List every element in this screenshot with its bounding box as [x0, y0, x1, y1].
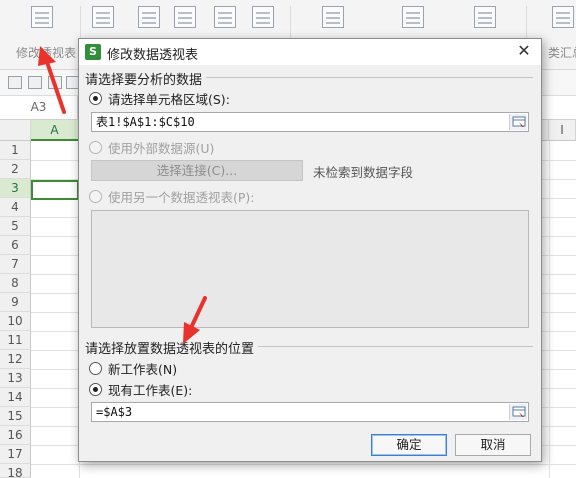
location-input-value: =$A$3 — [96, 405, 133, 419]
option-existing-sheet[interactable]: 现有工作表(E): — [89, 380, 192, 399]
modify-pivot-dialog: S 修改数据透视表 ✕ 请选择要分析的数据 请选择单元格区域(S): 表1!$A… — [78, 38, 542, 462]
option-new-sheet[interactable]: 新工作表(N) — [89, 359, 177, 378]
range-input[interactable]: 表1!$A$1:$C$10 — [91, 112, 529, 132]
option-cell-range-label: 请选择单元格区域(S): — [108, 92, 230, 107]
dialog-title: 修改数据透视表 — [107, 48, 199, 63]
column-header-a[interactable]: A — [31, 120, 79, 141]
row-header[interactable]: 2 — [0, 160, 31, 179]
row-header[interactable]: 14 — [0, 388, 31, 407]
save-icon[interactable] — [28, 76, 42, 89]
app-logo-icon: S — [85, 44, 101, 60]
option-existing-sheet-label: 现有工作表(E): — [108, 383, 193, 398]
grid-line — [549, 141, 550, 478]
row-header[interactable]: 16 — [0, 426, 31, 445]
row-header-selected[interactable]: 3 — [0, 179, 31, 198]
option-cell-range[interactable]: 请选择单元格区域(S): — [89, 89, 230, 108]
range-picker-icon[interactable] — [509, 114, 527, 130]
collapse-field-button[interactable] — [402, 6, 424, 28]
row-header[interactable]: 12 — [0, 350, 31, 369]
layout-icon — [174, 6, 196, 28]
settings-icon — [474, 6, 496, 28]
row-header[interactable]: 10 — [0, 312, 31, 331]
pivot-chart-icon — [31, 6, 53, 28]
row-header[interactable]: 17 — [0, 445, 31, 464]
modify-pivot-button[interactable]: 修改透视表 — [8, 6, 76, 61]
row-header[interactable]: 5 — [0, 217, 31, 236]
no-fields-note: 未检索到数据字段 — [313, 165, 414, 180]
row-header[interactable]: 6 — [0, 236, 31, 255]
radio-new-sheet[interactable] — [89, 362, 102, 375]
row-header[interactable]: 4 — [0, 198, 31, 217]
location-picker-icon[interactable] — [509, 404, 527, 420]
collapse-icon — [402, 6, 424, 28]
cancel-button[interactable]: 取消 — [455, 434, 531, 456]
select-connection-button[interactable]: 选择连接(C)... — [91, 160, 303, 181]
option-other-pivot[interactable]: 使用另一个数据透视表(P): — [89, 187, 255, 206]
radio-cell-range[interactable] — [89, 92, 102, 105]
pivot-table-list[interactable] — [91, 210, 529, 328]
radio-other-pivot[interactable] — [89, 190, 102, 203]
ribbon-button-1[interactable] — [92, 6, 114, 28]
row-header[interactable]: 18 — [0, 464, 31, 478]
expand-field-button[interactable] — [322, 6, 344, 28]
close-icon[interactable]: ✕ — [515, 42, 533, 60]
ribbon-button-4[interactable] — [214, 6, 236, 28]
field-list-icon — [92, 6, 114, 28]
option-external-source-label: 使用外部数据源(U) — [108, 141, 215, 156]
modify-pivot-label: 修改透视表 — [16, 46, 77, 60]
option-new-sheet-label: 新工作表(N) — [108, 362, 178, 377]
column-header-i[interactable]: I — [549, 120, 576, 141]
ok-button[interactable]: 确定 — [371, 434, 447, 456]
row-header[interactable]: 13 — [0, 369, 31, 388]
section-data-source-label: 请选择要分析的数据 — [85, 69, 207, 88]
ribbon-button-3[interactable] — [174, 6, 196, 28]
radio-existing-sheet[interactable] — [89, 383, 102, 396]
insert-field-icon — [138, 6, 160, 28]
expand-icon — [322, 6, 344, 28]
row-header[interactable]: 9 — [0, 293, 31, 312]
subtotal-label: 类汇总 — [548, 46, 576, 60]
option-other-pivot-label: 使用另一个数据透视表(P): — [108, 190, 255, 205]
move-pivot-icon — [214, 6, 236, 28]
option-external-source[interactable]: 使用外部数据源(U) — [89, 138, 214, 157]
active-cell-a3[interactable] — [31, 180, 79, 200]
radio-external-source[interactable] — [89, 141, 102, 154]
range-input-value: 表1!$A$1:$C$10 — [96, 115, 195, 129]
ribbon-button-2[interactable] — [138, 6, 160, 28]
row-header[interactable]: 7 — [0, 255, 31, 274]
open-icon[interactable] — [8, 76, 22, 89]
grid-line — [31, 464, 576, 465]
print-icon[interactable] — [48, 76, 62, 89]
field-settings-button[interactable] — [474, 6, 496, 28]
delete-pivot-icon — [252, 6, 274, 28]
subtotal-icon — [552, 6, 574, 28]
row-header[interactable]: 8 — [0, 274, 31, 293]
location-input[interactable]: =$A$3 — [91, 402, 529, 422]
select-all-corner[interactable] — [0, 120, 31, 141]
subtotal-button[interactable]: 类汇总 — [542, 6, 576, 61]
ribbon-button-5[interactable] — [252, 6, 274, 28]
row-header[interactable]: 15 — [0, 407, 31, 426]
name-box[interactable]: A3 — [0, 96, 78, 119]
section-location-label: 请选择放置数据透视表的位置 — [85, 338, 259, 357]
dialog-title-bar[interactable]: S 修改数据透视表 ✕ — [79, 39, 541, 65]
row-header[interactable]: 1 — [0, 141, 31, 160]
row-header[interactable]: 11 — [0, 331, 31, 350]
